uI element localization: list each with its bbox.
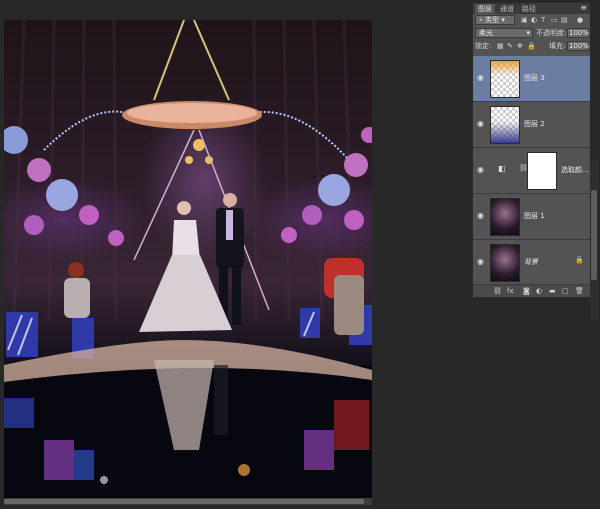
layer-name[interactable]: 图层 3 [524, 73, 545, 83]
layer-row[interactable]: ◉ 图层 2 [473, 102, 590, 148]
group-icon[interactable]: ▬ [549, 286, 556, 296]
menu-icon[interactable]: ≡ [580, 3, 587, 13]
trash-icon[interactable]: 🗑 [575, 286, 584, 296]
filter-row: ⌕ 类型 ▾ ▣ ◐ T ▭ ▤ ● [473, 14, 590, 27]
shape-filter-icon[interactable]: ▭ [551, 15, 558, 26]
opacity-label: 不透明度: [536, 29, 567, 37]
eye-icon[interactable]: ◉ [477, 165, 484, 174]
adjustment-filter-icon[interactable]: ◐ [531, 15, 537, 26]
lock-label: 锁定: [475, 42, 492, 50]
layer-name[interactable]: 背景 [524, 257, 538, 267]
eye-icon[interactable]: ◉ [477, 211, 484, 220]
adjustment-layer-icon: ◧ [498, 164, 506, 173]
type-filter-icon[interactable]: T [541, 15, 545, 26]
layer-thumbnail [490, 60, 520, 98]
layer-thumbnail [490, 244, 520, 282]
link-icon[interactable]: ⛓ [493, 286, 502, 296]
blend-row: 柔光 ▾ 不透明度: 100% [473, 27, 590, 40]
smart-object-filter-icon[interactable]: ▤ [561, 15, 568, 26]
layer-row[interactable]: ◉ 图层 3 [473, 56, 590, 102]
panel-bottom-bar: ⛓ fx ◙ ◐ ▬ ▢ 🗑 [473, 284, 590, 297]
lock-all-icon[interactable]: 🔒 [527, 41, 536, 52]
fill-label: 填充: [549, 42, 566, 50]
eye-icon[interactable]: ◉ [477, 73, 484, 82]
eye-icon[interactable]: ◉ [477, 119, 484, 128]
document-canvas[interactable] [0, 0, 375, 509]
tab-channels[interactable]: 通道 [497, 4, 517, 14]
fx-icon[interactable]: fx [507, 286, 514, 296]
filter-type-label: 类型 [485, 16, 500, 24]
layers-panel: 图层 通道 路径 ≡ ⌕ 类型 ▾ ▣ ◐ T ▭ ▤ ● 柔光 ▾ 不透明度:… [472, 2, 591, 298]
scroll-thumb[interactable] [4, 499, 364, 504]
adjustment-icon[interactable]: ◐ [536, 286, 542, 296]
layer-row[interactable]: ◉ 背景 🔒 [473, 240, 590, 286]
lock-row: 锁定: ▦ ✎ ✥ 🔒 填充: 100% [473, 40, 590, 53]
pixel-filter-icon[interactable]: ▣ [521, 15, 528, 26]
layer-thumbnail [490, 106, 520, 144]
horizontal-scrollbar[interactable] [4, 498, 372, 505]
tab-paths[interactable]: 路径 [519, 4, 539, 14]
vertical-scrollbar[interactable] [590, 160, 598, 320]
eye-icon[interactable]: ◉ [477, 257, 484, 266]
layer-name[interactable]: 选取颜... [561, 165, 589, 175]
scroll-thumb[interactable] [591, 190, 597, 280]
lock-transparency-icon[interactable]: ▦ [497, 41, 504, 52]
opacity-field[interactable]: 100% [567, 28, 589, 38]
layer-thumbnail [490, 198, 520, 236]
tab-layers[interactable]: 图层 [475, 4, 495, 14]
layer-row[interactable]: ◉ 图层 1 [473, 194, 590, 240]
layers-list: ◉ 图层 3 ◉ 图层 2 ◉ ◧ ⛓ 选取颜... ◉ 图层 1 ◉ 背景 🔒 [473, 56, 590, 286]
new-layer-icon[interactable]: ▢ [562, 286, 569, 296]
fill-value: 100% [569, 42, 590, 50]
panel-tabs: 图层 通道 路径 ≡ [473, 3, 590, 14]
filter-toggle-icon[interactable]: ● [577, 15, 583, 26]
layer-name[interactable]: 图层 2 [524, 119, 545, 129]
fill-field[interactable]: 100% [567, 41, 589, 51]
blend-mode-select[interactable]: 柔光 ▾ [475, 28, 533, 38]
lock-icon: 🔒 [575, 256, 584, 264]
wedding-scene [4, 20, 372, 498]
mask-icon[interactable]: ◙ [523, 286, 530, 296]
lock-move-icon[interactable]: ✥ [517, 41, 523, 52]
wedding-photo [4, 20, 372, 498]
blend-mode-value: 柔光 [479, 29, 493, 37]
layer-name[interactable]: 图层 1 [524, 211, 545, 221]
search-icon: ⌕ [479, 16, 483, 24]
layer-mask-thumbnail[interactable] [527, 152, 557, 190]
lock-paint-icon[interactable]: ✎ [507, 41, 513, 52]
chevron-down-icon: ▾ [526, 29, 530, 37]
layer-row[interactable]: ◉ ◧ ⛓ 选取颜... [473, 148, 590, 194]
opacity-value: 100% [569, 29, 590, 37]
chevron-down-icon: ▾ [501, 16, 505, 24]
filter-type-select[interactable]: ⌕ 类型 ▾ [475, 15, 515, 25]
